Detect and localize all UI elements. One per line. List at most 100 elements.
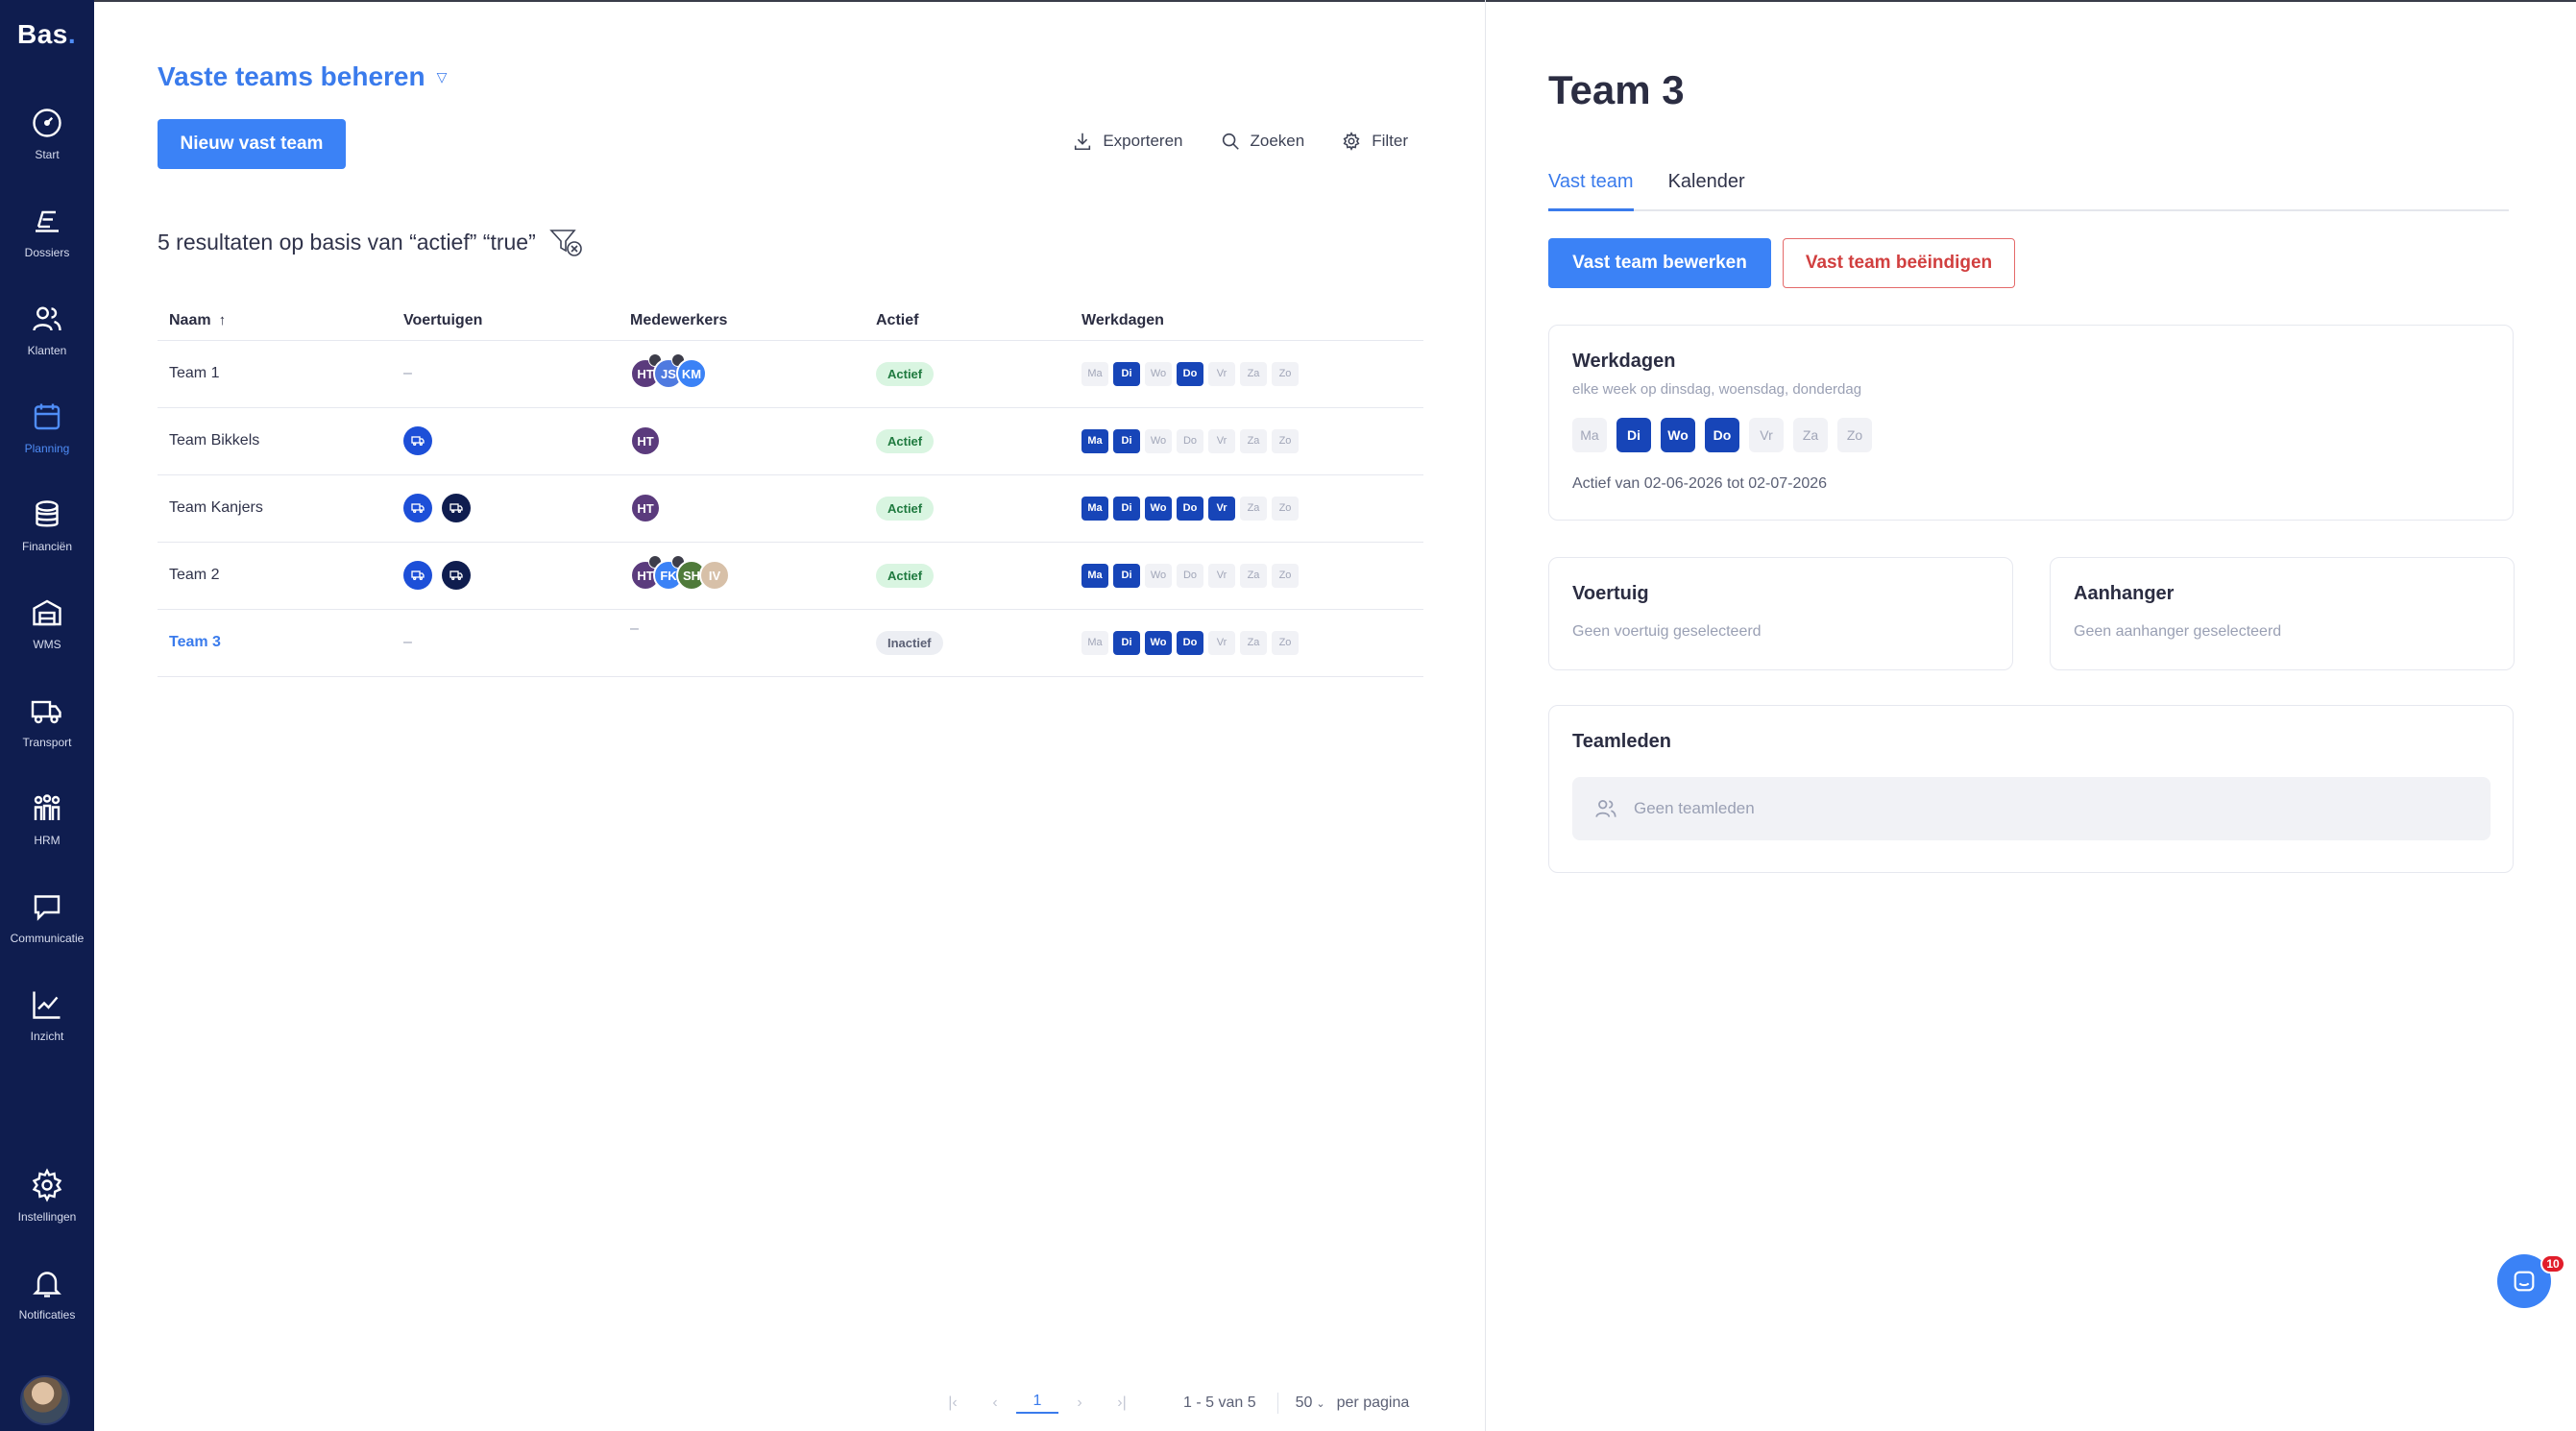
per-page-select[interactable]: 50 ⌄ [1296, 1395, 1325, 1412]
team-name[interactable]: Team 1 [169, 365, 219, 381]
results-text: 5 resultaten op basis van “actief” “true… [158, 229, 536, 255]
next-page-button[interactable]: › [1058, 1395, 1101, 1412]
cell-medewerkers: HT JS KM [619, 340, 864, 408]
detail-tabs: Vast team Kalender [1548, 171, 2509, 211]
empty-value: – [403, 365, 412, 381]
nav-item-hrm[interactable]: HRM [0, 789, 94, 876]
pagination: |‹ ‹ 1 › ›| 1 - 5 van 5 50 ⌄ per pagina [932, 1393, 1409, 1414]
app-logo[interactable]: Bas. [17, 19, 76, 50]
first-page-button[interactable]: |‹ [932, 1395, 974, 1412]
filter-button[interactable]: Filter [1341, 131, 1408, 152]
new-team-button[interactable]: Nieuw vast team [158, 119, 346, 169]
table-row[interactable]: Team 1 – HT JS KM Actief Ma Di Wo Do Vr Za Zo [158, 340, 1423, 408]
cell-actief: Actief [864, 542, 1070, 610]
user-avatar[interactable] [20, 1375, 70, 1425]
weekday-chip: Za [1240, 563, 1267, 588]
page-1-button[interactable]: 1 [1016, 1393, 1058, 1414]
nav-item-inzicht[interactable]: Inzicht [0, 985, 94, 1072]
filter-label: Filter [1372, 132, 1408, 150]
cell-voertuigen [392, 407, 619, 475]
nav-item-dossiers[interactable]: Dossiers [0, 202, 94, 288]
weekday-chip: Za [1240, 428, 1267, 453]
cell-medewerkers: – [619, 609, 864, 677]
nav-item-planning[interactable]: Planning [0, 398, 94, 484]
chart-line-icon [28, 985, 66, 1024]
weekday-chip: Za [1240, 361, 1267, 386]
tab-kalender[interactable]: Kalender [1668, 171, 1745, 211]
nav-item-klanten[interactable]: Klanten [0, 300, 94, 386]
avatar[interactable]: KM [676, 358, 707, 389]
status-badge: Actief [876, 428, 935, 453]
cell-voertuigen [392, 542, 619, 610]
search-icon [1222, 133, 1239, 150]
aanhanger-card: Aanhanger Geen aanhanger geselecteerd [2050, 557, 2515, 670]
end-team-button[interactable]: Vast team beëindigen [1783, 238, 2015, 288]
chat-icon [28, 887, 66, 926]
team-name[interactable]: Team Bikkels [169, 432, 259, 449]
edit-team-button[interactable]: Vast team bewerken [1548, 238, 1771, 288]
chevron-down-icon[interactable]: ▽ [437, 69, 448, 85]
truck-icon [28, 691, 66, 730]
avatar[interactable]: HT [630, 425, 661, 456]
sort-up-icon[interactable]: ↑ [219, 312, 227, 328]
table-row[interactable]: Team 3 – – Inactief Ma Di Wo Do Vr Za Zo [158, 609, 1423, 677]
vehicle-icon[interactable] [442, 494, 471, 522]
list-panel: Vaste teams beheren ▽ Nieuw vast team Ex… [94, 0, 1485, 1431]
gear-icon [28, 1166, 66, 1204]
team-name[interactable]: Team 3 [169, 634, 221, 650]
avatar[interactable]: IV [699, 560, 730, 591]
table-row[interactable]: Team 2 HT FK SH IV Actief Ma Di Wo Do Vr Za Zo [158, 542, 1423, 610]
nav-label: Notificaties [18, 1308, 76, 1322]
avatar-group: HT [630, 493, 864, 523]
avatar[interactable]: HT [630, 493, 661, 523]
nav-item-notificaties[interactable]: Notificaties [0, 1264, 94, 1350]
nav-item-start[interactable]: Start [0, 104, 94, 190]
status-badge: Actief [876, 361, 935, 386]
cell-naam: Team 2 [158, 542, 392, 610]
weekday-chip: Ma [1081, 496, 1108, 521]
nav-item-transport[interactable]: Transport [0, 691, 94, 778]
weekday-chip: Do [1705, 418, 1739, 452]
cell-actief: Actief [864, 340, 1070, 408]
detail-panel: Team 3 Vast team Kalender Vast team bewe… [1486, 0, 2576, 1431]
page-title[interactable]: Vaste teams beheren ▽ [158, 61, 447, 92]
nav-label: Instellingen [17, 1210, 77, 1224]
cell-actief: Inactief [864, 609, 1070, 677]
vehicle-icon[interactable] [403, 561, 432, 590]
per-page-label: per pagina [1336, 1395, 1410, 1411]
nav-item-communicatie[interactable]: Communicatie [0, 887, 94, 974]
cell-werkdagen: Ma Di Wo Do Vr Za Zo [1070, 407, 1423, 475]
table-row[interactable]: Team Bikkels HT Actief Ma Di Wo Do Vr Za Zo [158, 407, 1423, 475]
teamleden-empty-text: Geen teamleden [1634, 799, 1755, 817]
vehicle-icon[interactable] [403, 426, 432, 455]
nav-label: Dossiers [24, 246, 70, 259]
tab-vast-team[interactable]: Vast team [1548, 171, 1634, 211]
clear-filter-icon[interactable] [548, 227, 584, 257]
avatar-group: HT FK SH IV [630, 555, 864, 591]
nav-label: HRM [34, 834, 61, 847]
weekday-chip: Vr [1208, 630, 1235, 655]
cell-actief: Actief [864, 474, 1070, 543]
vehicle-icon[interactable] [442, 561, 471, 590]
nav-item-financien[interactable]: Financiën [0, 496, 94, 582]
search-button[interactable]: Zoeken [1220, 131, 1304, 152]
header-naam[interactable]: Naam ↑ [158, 302, 392, 341]
cell-naam: Team Kanjers [158, 474, 392, 543]
weekday-chip: Za [1240, 496, 1267, 521]
cell-medewerkers: HT [619, 407, 864, 475]
teams-table: Naam ↑ Voertuigen Medewerkers Actief Werk… [158, 302, 1423, 677]
last-page-button[interactable]: ›| [1101, 1395, 1143, 1412]
weekday-chip: Ma [1572, 418, 1607, 452]
weekday-chip: Za [1240, 630, 1267, 655]
weekday-chip: Wo [1145, 361, 1172, 386]
vehicle-icon[interactable] [403, 494, 432, 522]
header-medewerkers: Medewerkers [619, 302, 864, 341]
export-button[interactable]: Exporteren [1072, 131, 1183, 152]
table-row[interactable]: Team Kanjers HT Actief Ma Di Wo Do Vr Za Zo [158, 474, 1423, 543]
team-name[interactable]: Team 2 [169, 567, 219, 583]
aanhanger-empty: Geen aanhanger geselecteerd [2074, 623, 2282, 640]
team-name[interactable]: Team Kanjers [169, 499, 263, 516]
nav-item-wms[interactable]: WMS [0, 594, 94, 680]
nav-item-instellingen[interactable]: Instellingen [0, 1166, 94, 1252]
prev-page-button[interactable]: ‹ [974, 1395, 1016, 1412]
